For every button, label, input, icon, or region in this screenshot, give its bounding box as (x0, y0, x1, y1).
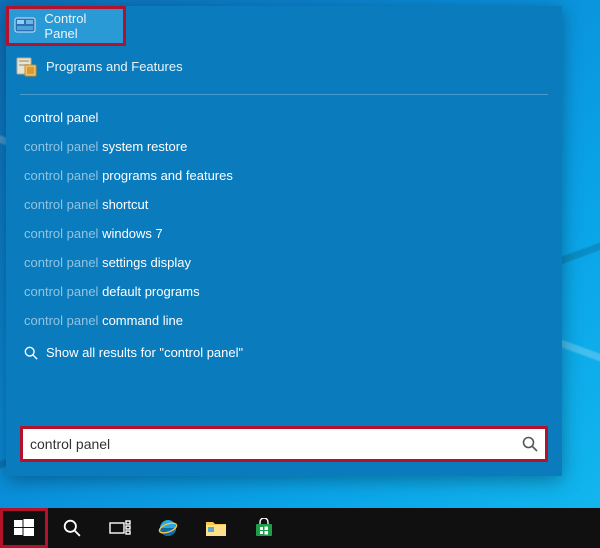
suggestion-item[interactable]: control panel system restore (6, 132, 562, 161)
suggestion-item[interactable]: control panel programs and features (6, 161, 562, 190)
search-submit-button[interactable] (512, 426, 548, 462)
section-divider (20, 94, 548, 95)
windows-logo-icon (14, 518, 34, 538)
search-icon (24, 346, 38, 360)
result-programs-and-features[interactable]: Programs and Features (6, 46, 562, 86)
suggestion-item[interactable]: control panel (6, 103, 562, 132)
taskbar-search-button[interactable] (48, 508, 96, 548)
result-control-panel[interactable]: Control Panel (6, 6, 126, 46)
search-input[interactable] (20, 436, 512, 452)
result-label: Control Panel (44, 11, 118, 41)
task-view-icon (109, 519, 131, 537)
store-icon (254, 518, 274, 538)
desktop-background: Control Panel Programs and Features cont… (0, 0, 600, 548)
result-label: Programs and Features (46, 59, 183, 74)
programs-features-icon (14, 54, 38, 78)
internet-explorer-icon (157, 517, 179, 539)
taskbar (0, 508, 600, 548)
suggestion-item[interactable]: control panel settings display (6, 248, 562, 277)
taskbar-ie-button[interactable] (144, 508, 192, 548)
top-results-section: Control Panel Programs and Features (6, 6, 562, 86)
taskbar-explorer-button[interactable] (192, 508, 240, 548)
task-view-button[interactable] (96, 508, 144, 548)
search-box[interactable] (20, 426, 548, 462)
show-all-results[interactable]: Show all results for "control panel" (6, 335, 562, 370)
suggestion-item[interactable]: control panel shortcut (6, 190, 562, 219)
search-icon (63, 519, 81, 537)
search-icon (522, 436, 538, 452)
search-results-panel: Control Panel Programs and Features cont… (6, 6, 562, 476)
suggestion-item[interactable]: control panel windows 7 (6, 219, 562, 248)
suggestion-item[interactable]: control panel command line (6, 306, 562, 335)
show-all-label: Show all results for "control panel" (46, 345, 243, 360)
file-explorer-icon (205, 518, 227, 538)
start-button[interactable] (0, 508, 48, 548)
search-suggestions: control panel control panel system resto… (6, 101, 562, 335)
taskbar-store-button[interactable] (240, 508, 288, 548)
control-panel-icon (14, 14, 36, 38)
suggestion-item[interactable]: control panel default programs (6, 277, 562, 306)
